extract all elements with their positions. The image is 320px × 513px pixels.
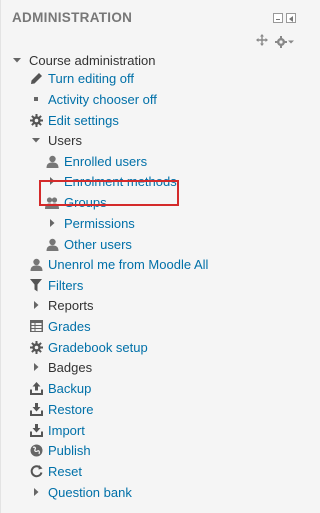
tree-item-label[interactable]: Restore	[48, 402, 94, 417]
tree-item-label[interactable]: Permissions	[64, 216, 135, 231]
tree-item-label[interactable]: Reset	[48, 464, 82, 479]
bullet-icon	[29, 92, 43, 106]
block-header-controls	[273, 13, 296, 23]
tree-item-label[interactable]: Activity chooser off	[48, 92, 157, 107]
tree-item-label: Badges	[48, 359, 93, 375]
tree-item-badges[interactable]: Badges	[29, 357, 92, 377]
tree-item-question-bank[interactable]: Question bank	[29, 482, 132, 502]
tree-item-unenrol-me-from-moodle-all[interactable]: Unenrol me from Moodle All	[29, 254, 208, 274]
tree-item-label: Users	[48, 132, 82, 148]
tree-item-grades[interactable]: Grades	[29, 316, 91, 336]
globe-icon	[29, 443, 43, 457]
tree-item-label[interactable]: Other users	[64, 237, 132, 252]
chevron-down-icon	[288, 40, 294, 43]
highlight-box	[39, 180, 179, 206]
caret-right-icon[interactable]	[29, 360, 43, 374]
gear-icon	[29, 113, 43, 127]
pencil-icon	[29, 71, 43, 85]
caret-down-icon[interactable]	[10, 53, 24, 67]
filter-icon	[29, 278, 43, 292]
caret-down-icon[interactable]	[29, 133, 43, 147]
tree-item-reset[interactable]: Reset	[29, 461, 82, 481]
tree-item-import[interactable]: Import	[29, 420, 85, 440]
user-icon	[45, 154, 59, 168]
tree-item-label[interactable]: Publish	[48, 443, 91, 458]
tree-item-restore[interactable]: Restore	[29, 399, 94, 419]
minimize-icon[interactable]	[273, 13, 283, 23]
download-icon	[29, 423, 43, 437]
tree-item-other-users[interactable]: Other users	[45, 234, 132, 254]
tree-item-turn-editing-off[interactable]: Turn editing off	[29, 68, 134, 88]
tree-item-activity-chooser-off[interactable]: Activity chooser off	[29, 89, 157, 109]
tree-item-users[interactable]: Users	[29, 130, 82, 150]
tree-item-label[interactable]: Turn editing off	[48, 71, 134, 86]
tree-item-label[interactable]: Grades	[48, 319, 91, 334]
tree-item-edit-settings[interactable]: Edit settings	[29, 110, 119, 130]
tree-item-label[interactable]: Edit settings	[48, 113, 119, 128]
tree-item-permissions[interactable]: Permissions	[45, 213, 135, 233]
tree-item-label[interactable]: Import	[48, 423, 85, 438]
dock-icon[interactable]	[286, 13, 296, 23]
tree-item-label: Course administration	[29, 52, 156, 68]
move-icon[interactable]	[256, 34, 268, 49]
upload-icon	[29, 381, 43, 395]
download-icon	[29, 402, 43, 416]
tree-item-label[interactable]: Filters	[48, 278, 83, 293]
administration-block: ADMINISTRATION Course administration Turn…	[0, 0, 310, 513]
gear-icon[interactable]	[275, 35, 294, 48]
gear-icon	[29, 340, 43, 354]
table-icon	[29, 319, 43, 333]
caret-right-icon[interactable]	[29, 485, 43, 499]
tree-item-label[interactable]: Question bank	[48, 485, 132, 500]
tree-item-label[interactable]: Enrolled users	[64, 154, 147, 169]
block-title: ADMINISTRATION	[12, 10, 133, 25]
reset-icon	[29, 464, 43, 478]
tree-item-gradebook-setup[interactable]: Gradebook setup	[29, 337, 148, 357]
tree-item-filters[interactable]: Filters	[29, 275, 83, 295]
caret-right-icon[interactable]	[45, 216, 59, 230]
tree-item-reports[interactable]: Reports	[29, 295, 94, 315]
user-icon	[45, 237, 59, 251]
caret-right-icon[interactable]	[29, 298, 43, 312]
tree-root-course-administration[interactable]: Course administration	[10, 50, 155, 70]
tree-item-label[interactable]: Unenrol me from Moodle All	[48, 257, 208, 272]
tree-item-label[interactable]: Backup	[48, 381, 91, 396]
user-icon	[29, 257, 43, 271]
tree-item-label: Reports	[48, 297, 94, 313]
tree-item-enrolled-users[interactable]: Enrolled users	[45, 151, 147, 171]
tree-item-label[interactable]: Gradebook setup	[48, 340, 148, 355]
tree-item-publish[interactable]: Publish	[29, 440, 91, 460]
block-actions	[256, 34, 294, 49]
tree-item-backup[interactable]: Backup	[29, 378, 91, 398]
